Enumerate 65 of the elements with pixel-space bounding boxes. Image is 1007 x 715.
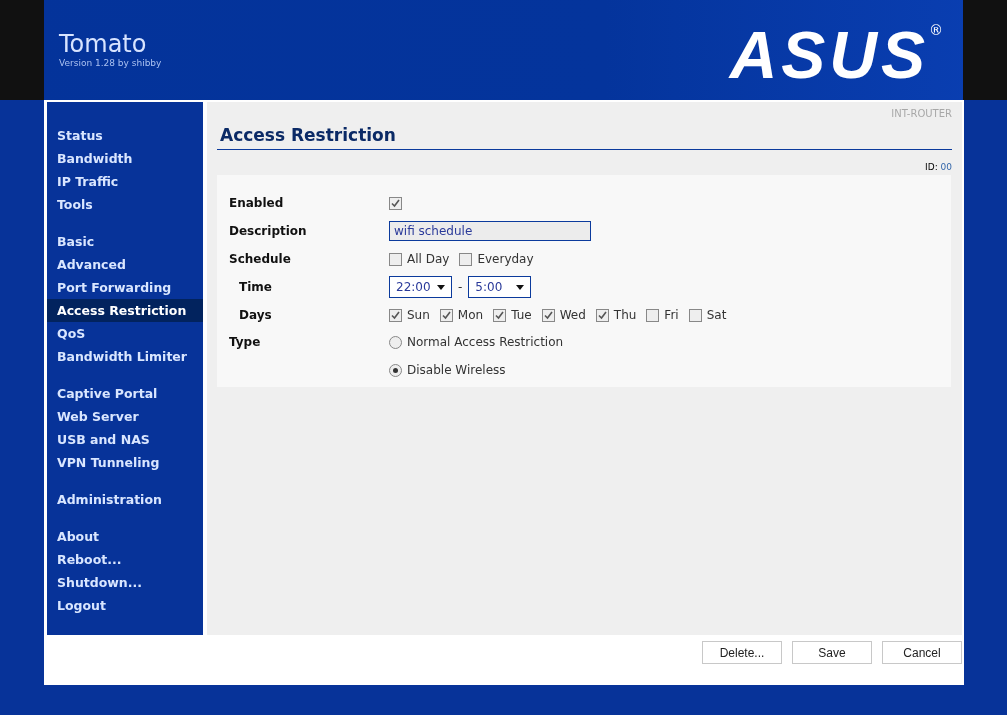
- id-value: 00: [940, 162, 952, 172]
- checkbox[interactable]: [541, 308, 555, 322]
- checkbox[interactable]: [646, 308, 660, 322]
- sidebar-item[interactable]: VPN Tunneling: [47, 451, 203, 474]
- checkbox[interactable]: [459, 252, 473, 266]
- checkbox[interactable]: [688, 308, 702, 322]
- field-label: Days: [238, 308, 273, 322]
- caret-icon: [437, 284, 445, 290]
- version-text: Version 1.28 by shibby: [59, 58, 162, 68]
- sidebar-item[interactable]: USB and NAS: [47, 428, 203, 451]
- radio-button[interactable]: [389, 335, 402, 349]
- logo: ASUS: [729, 22, 929, 88]
- sidebar-item[interactable]: Web Server: [47, 405, 203, 428]
- option-label: Sat: [706, 308, 727, 322]
- end-time-select[interactable]: 5:00: [468, 276, 532, 298]
- checkbox[interactable]: [389, 308, 402, 322]
- option-label: All Day: [407, 252, 450, 266]
- option-label: Disable Wireless: [407, 363, 506, 377]
- option-label: Sun: [407, 308, 430, 322]
- field-label: Enabled: [229, 196, 285, 210]
- checkbox[interactable]: [389, 196, 402, 210]
- action-button[interactable]: Save: [792, 641, 872, 664]
- option-label: Normal Access Restriction: [407, 335, 564, 349]
- sidebar-item[interactable]: Port Forwarding: [47, 276, 203, 299]
- id-label: ID:: [925, 162, 938, 172]
- sidebar-item[interactable]: Logout: [47, 594, 203, 617]
- sidebar-item[interactable]: QoS: [47, 322, 203, 345]
- app-title: Tomato: [59, 30, 148, 58]
- checkbox[interactable]: [493, 308, 507, 322]
- checkbox[interactable]: [389, 252, 402, 266]
- sidebar-item[interactable]: Basic: [47, 230, 203, 253]
- sidebar-item[interactable]: Advanced: [47, 253, 203, 276]
- option-label: Thu: [613, 308, 637, 322]
- sidebar-item[interactable]: IP Traffic: [47, 170, 203, 193]
- sidebar-item[interactable]: Bandwidth: [47, 147, 203, 170]
- registered-mark: ®: [929, 22, 943, 38]
- option-label: Fri: [664, 308, 679, 322]
- checkbox[interactable]: [439, 308, 453, 322]
- sidebar-item[interactable]: Shutdown...: [47, 571, 203, 594]
- start-time-select[interactable]: 22:00: [389, 276, 452, 298]
- field-label: Type: [229, 335, 262, 349]
- field-label: Description: [229, 224, 308, 238]
- page-title: Access Restriction: [217, 119, 952, 150]
- sidebar-item[interactable]: Access Restriction: [47, 299, 203, 322]
- sidebar-item[interactable]: Status: [47, 124, 203, 147]
- sidebar-item[interactable]: Reboot...: [47, 548, 203, 571]
- checkbox[interactable]: [595, 308, 609, 322]
- sidebar-item[interactable]: Captive Portal: [47, 382, 203, 405]
- sidebar-item[interactable]: Administration: [47, 488, 203, 511]
- action-button[interactable]: Cancel: [882, 641, 962, 664]
- action-button[interactable]: Delete...: [702, 641, 782, 664]
- option-label: Everyday: [477, 252, 534, 266]
- field-label: Schedule: [229, 252, 292, 266]
- sidebar-item[interactable]: Bandwidth Limiter: [47, 345, 203, 368]
- option-label: Tue: [511, 308, 532, 322]
- option-label: Wed: [559, 308, 586, 322]
- option-label: Mon: [457, 308, 484, 322]
- caret-icon: [516, 284, 525, 290]
- field-label: Time: [238, 280, 273, 294]
- separator: -: [458, 280, 463, 294]
- description-field[interactable]: wifi schedule: [389, 221, 591, 241]
- sidebar-item[interactable]: Tools: [47, 193, 203, 216]
- sidebar-item[interactable]: About: [47, 525, 203, 548]
- router-name: INT-ROUTER: [890, 108, 952, 119]
- radio-button[interactable]: [389, 363, 402, 377]
